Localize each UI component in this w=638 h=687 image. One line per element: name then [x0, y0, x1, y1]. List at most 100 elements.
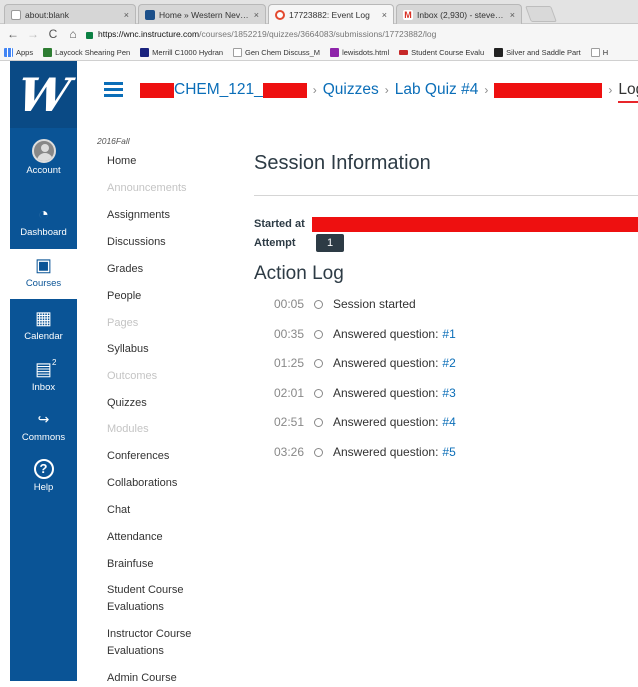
- dashboard-gauge-icon: ◔: [38, 204, 49, 224]
- global-nav-label: Courses: [25, 278, 62, 289]
- bookmark-label: H: [602, 47, 609, 57]
- attempt-label: Attempt: [254, 237, 296, 249]
- tab-close-icon[interactable]: ×: [510, 10, 515, 20]
- url-host: https://wnc.instructure.com: [98, 29, 200, 39]
- wnc-favicon-icon: [145, 9, 155, 20]
- bookmark-gen-chem[interactable]: Gen Chem Discuss_M: [233, 47, 321, 57]
- course-nav-item: Pages: [107, 317, 139, 329]
- browser-tab-about-blank[interactable]: about:blank ×: [4, 4, 136, 24]
- breadcrumb-quizzes[interactable]: Quizzes: [323, 81, 379, 99]
- global-nav-label: Account: [26, 165, 61, 176]
- divider: [254, 195, 638, 196]
- global-navigation: W Account ◔ Dashboard ▣ Courses ▦ Calend…: [10, 61, 77, 681]
- institution-logo[interactable]: W: [10, 61, 77, 128]
- bookmark-lewisdots[interactable]: lewisdots.html: [330, 47, 390, 57]
- global-nav-inbox[interactable]: ▤ 2 Inbox: [10, 358, 77, 393]
- bookmark-label: Gen Chem Discuss_M: [245, 47, 321, 57]
- browser-tab-event-log[interactable]: 17723882: Event Log ×: [268, 4, 394, 24]
- log-entry: 01:25 Answered question: #2: [268, 355, 456, 371]
- course-nav-item: Modules: [107, 423, 149, 435]
- url-field[interactable]: https://wnc.instructure.com/courses/1852…: [86, 26, 634, 42]
- reload-icon[interactable]: C: [46, 27, 60, 41]
- course-nav-item[interactable]: Admin Course: [107, 670, 225, 687]
- course-nav-item[interactable]: Student Course Evaluations: [107, 582, 225, 616]
- global-nav-courses[interactable]: ▣ Courses: [10, 249, 77, 299]
- circle-icon: [314, 417, 323, 427]
- log-entry: 02:51 Answered question: #4: [268, 414, 456, 430]
- course-nav-item[interactable]: Syllabus: [107, 341, 225, 358]
- breadcrumb-course[interactable]: CHEM_121_: [174, 81, 263, 99]
- course-nav-item[interactable]: Brainfuse: [107, 556, 225, 573]
- circle-icon: [314, 329, 323, 339]
- calendar-icon: ▦: [34, 308, 52, 328]
- course-nav-item[interactable]: Grades: [107, 261, 225, 278]
- question-link[interactable]: #1: [442, 327, 455, 341]
- breadcrumb-quiz[interactable]: Lab Quiz #4: [395, 81, 479, 99]
- global-nav-label: Commons: [21, 432, 66, 443]
- log-entry: 00:05 Session started: [268, 296, 416, 312]
- back-arrow-icon[interactable]: ←: [6, 27, 20, 41]
- redacted-student-name: [494, 82, 603, 98]
- circle-icon: [314, 447, 323, 457]
- course-nav-item[interactable]: Conferences: [107, 448, 225, 465]
- bookmark-label: lewisdots.html: [342, 47, 390, 57]
- breadcrumb-current: Log: [618, 81, 638, 103]
- bookmark-label: Student Course Evalu: [411, 47, 485, 57]
- bookmark-favicon-icon: [494, 47, 504, 57]
- global-nav-account[interactable]: Account: [10, 139, 77, 176]
- chevron-right-icon: ›: [384, 83, 389, 97]
- tab-close-icon[interactable]: ×: [124, 10, 129, 20]
- global-nav-calendar[interactable]: ▦ Calendar: [10, 308, 77, 342]
- bookmark-laycock[interactable]: Laycock Shearing Pen: [43, 47, 130, 57]
- log-timestamp: 01:25: [273, 356, 304, 370]
- courses-book-icon: ▣: [34, 255, 52, 275]
- action-log-title: Action Log: [254, 263, 344, 284]
- log-text: Answered question:: [333, 445, 439, 459]
- global-nav-label: Help: [33, 482, 54, 493]
- bookmark-merrill[interactable]: Merrill C1000 Hydran: [140, 47, 223, 57]
- course-nav-item[interactable]: People: [107, 288, 225, 305]
- question-link[interactable]: #4: [442, 415, 455, 429]
- circle-icon: [314, 358, 323, 368]
- course-nav-item[interactable]: Quizzes: [107, 395, 225, 412]
- menu-hamburger-icon[interactable]: [104, 82, 123, 97]
- log-text: Answered question:: [333, 386, 439, 400]
- course-nav-item[interactable]: Attendance: [107, 529, 225, 546]
- course-nav-item[interactable]: Chat: [107, 502, 225, 519]
- bookmark-favicon-icon: [43, 47, 53, 57]
- started-at-label: Started at: [254, 218, 305, 230]
- global-nav-label: Dashboard: [20, 227, 67, 238]
- course-nav-item[interactable]: Assignments: [107, 207, 225, 224]
- bookmark-h[interactable]: H: [590, 47, 609, 57]
- log-timestamp: 02:51: [273, 415, 304, 429]
- home-icon[interactable]: ⌂: [66, 27, 80, 41]
- global-nav-commons[interactable]: ↪ Commons: [10, 409, 77, 443]
- forward-arrow-icon[interactable]: →: [26, 27, 40, 41]
- browser-tab-inbox[interactable]: M Inbox (2,930) - steve.carr ×: [396, 4, 522, 24]
- log-timestamp: 00:05: [273, 297, 304, 311]
- course-nav-item[interactable]: Home: [107, 153, 225, 170]
- question-link[interactable]: #2: [442, 356, 455, 370]
- course-nav-item[interactable]: Instructor Course Evaluations: [107, 626, 225, 660]
- log-entry: 00:35 Answered question: #1: [268, 326, 456, 342]
- tab-label: about:blank: [25, 9, 69, 20]
- blank-page-icon: [11, 9, 21, 20]
- course-nav-item[interactable]: Discussions: [107, 234, 225, 251]
- inbox-tray-icon: ▤: [34, 359, 52, 379]
- bookmark-silver-saddle[interactable]: Silver and Saddle Part: [494, 47, 581, 57]
- tab-close-icon[interactable]: ×: [254, 10, 259, 20]
- bookmark-student-eval[interactable]: Student Course Evalu: [399, 48, 484, 57]
- question-link[interactable]: #5: [442, 445, 455, 459]
- course-nav-item[interactable]: Collaborations: [107, 475, 225, 492]
- bookmark-apps[interactable]: Apps: [4, 47, 33, 57]
- tab-label: Inbox (2,930) - steve.carr: [417, 9, 506, 20]
- new-tab-button[interactable]: [525, 6, 557, 22]
- chevron-right-icon: ›: [312, 83, 317, 97]
- global-nav-dashboard[interactable]: ◔ Dashboard: [10, 204, 77, 238]
- browser-tab-home[interactable]: Home » Western Nevada ×: [138, 4, 266, 24]
- url-path: /courses/1852219/quizzes/3664083/submiss…: [199, 29, 437, 39]
- global-nav-help[interactable]: ? Help: [10, 459, 77, 493]
- breadcrumb: CHEM_121_ › Quizzes › Lab Quiz #4 › › Lo…: [140, 79, 638, 103]
- question-link[interactable]: #3: [442, 386, 455, 400]
- tab-close-icon[interactable]: ×: [382, 10, 387, 20]
